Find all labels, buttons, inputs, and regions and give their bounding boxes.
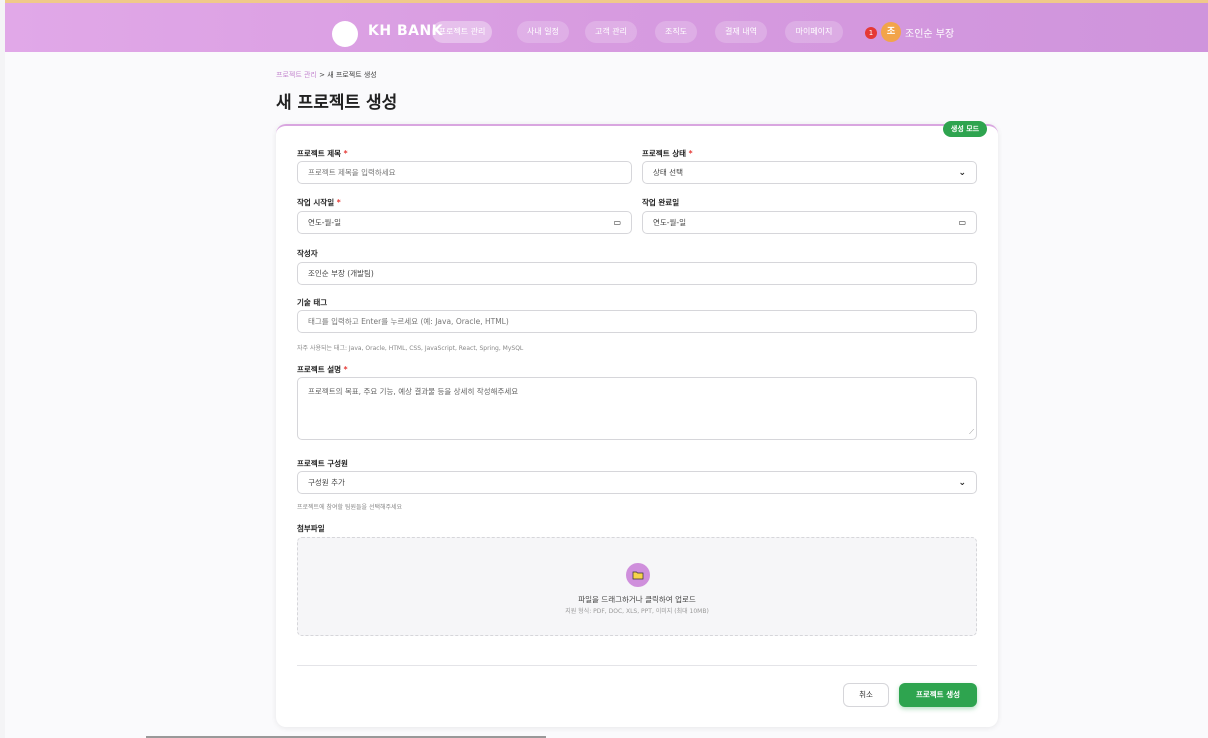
end-date-value: 연도-월-일 (653, 218, 687, 227)
project-status-select[interactable]: 상태 선택 ⌄ (642, 161, 977, 184)
description-placeholder: 프로젝트의 목표, 주요 기능, 예상 결과물 등을 상세히 작성해주세요 (308, 387, 519, 396)
required-mark: * (688, 149, 693, 158)
mode-badge: 생성 모드 (943, 121, 987, 137)
status-label: 프로젝트 상태 * (642, 148, 693, 159)
members-hint: 프로젝트에 참여할 팀원들을 선택해주세요 (297, 504, 403, 511)
nav-approval-history[interactable]: 결재 내역 (715, 21, 767, 43)
start-date-label: 작업 시작일 * (297, 197, 341, 208)
start-date-input[interactable]: 연도-월-일 ▭ (297, 211, 632, 234)
description-label-text: 프로젝트 설명 (297, 365, 342, 374)
nav-project-management[interactable]: 프로젝트 관리 (432, 21, 492, 43)
nav-customer-management[interactable]: 고객 관리 (585, 21, 637, 43)
start-date-value: 연도-월-일 (308, 218, 342, 227)
status-label-text: 프로젝트 상태 (642, 149, 687, 158)
description-label: 프로젝트 설명 * (297, 364, 348, 375)
create-project-button[interactable]: 프로젝트 생성 (899, 683, 977, 707)
nav-org-chart[interactable]: 조직도 (655, 21, 697, 43)
author-label: 작성자 (297, 249, 318, 258)
nav-mypage[interactable]: 마이페이지 (785, 21, 843, 43)
required-mark: * (336, 198, 341, 207)
description-textarea[interactable]: 프로젝트의 목표, 주요 기능, 예상 결과물 등을 상세히 작성해주세요 ⟋ (297, 377, 977, 440)
logo-icon[interactable] (332, 21, 358, 47)
project-title-placeholder: 프로젝트 제목을 입력하세요 (308, 168, 396, 177)
start-date-label-text: 작업 시작일 (297, 198, 335, 207)
top-navigation-bar: KH BANK 프로젝트 관리 사내 일정 고객 관리 조직도 결재 내역 마이… (5, 0, 1208, 52)
user-name[interactable]: 조인순 부장 (905, 25, 954, 40)
tags-hint: 자주 사용되는 태그: Java, Oracle, HTML, CSS, Jav… (297, 345, 524, 352)
tags-placeholder: 태그를 입력하고 Enter를 누르세요 (예: Java, Oracle, H… (308, 317, 509, 326)
tags-input[interactable]: 태그를 입력하고 Enter를 누르세요 (예: Java, Oracle, H… (297, 310, 977, 333)
end-date-input[interactable]: 연도-월-일 ▭ (642, 211, 977, 234)
dropzone-title: 파일을 드래그하거나 클릭하여 업로드 (578, 595, 696, 604)
end-date-label: 작업 완료일 (642, 198, 680, 207)
calendar-icon[interactable]: ▭ (613, 218, 621, 227)
attachment-label: 첨부파일 (297, 524, 325, 533)
breadcrumb-separator: > (316, 71, 328, 79)
calendar-icon[interactable]: ▭ (958, 218, 966, 227)
members-label: 프로젝트 구성원 (297, 459, 348, 468)
status-select-value: 상태 선택 (653, 168, 683, 177)
resize-handle-icon[interactable]: ⟋ (969, 428, 974, 437)
page-title: 새 프로젝트 생성 (276, 93, 398, 113)
required-mark: * (343, 149, 348, 158)
project-title-input[interactable]: 프로젝트 제목을 입력하세요 (297, 161, 632, 184)
notification-badge[interactable]: 1 (865, 27, 877, 39)
members-select-value: 구성원 추가 (308, 478, 345, 487)
cancel-button[interactable]: 취소 (843, 683, 889, 707)
tags-label: 기술 태그 (297, 298, 328, 307)
dropzone-subtitle: 지원 형식: PDF, DOC, XLS, PPT, 이미지 (최대 10MB) (565, 608, 709, 615)
author-value: 조인순 부장 (개발팀) (308, 269, 374, 278)
title-label-text: 프로젝트 제목 (297, 149, 342, 158)
required-mark: * (343, 365, 348, 374)
divider (297, 665, 977, 666)
author-field: 조인순 부장 (개발팀) (297, 262, 977, 285)
folder-icon (626, 563, 650, 587)
breadcrumb: 프로젝트 관리 > 새 프로젝트 생성 (276, 70, 377, 80)
title-label: 프로젝트 제목 * (297, 148, 348, 159)
chevron-down-icon: ⌄ (958, 167, 966, 178)
avatar[interactable]: 조 (881, 22, 901, 42)
chevron-down-icon: ⌄ (958, 477, 966, 488)
nav-company-schedule[interactable]: 사내 일정 (517, 21, 569, 43)
file-dropzone[interactable]: 파일을 드래그하거나 클릭하여 업로드 지원 형식: PDF, DOC, XLS… (297, 537, 977, 636)
breadcrumb-current: 새 프로젝트 생성 (327, 71, 377, 79)
members-select[interactable]: 구성원 추가 ⌄ (297, 471, 977, 494)
breadcrumb-parent-link[interactable]: 프로젝트 관리 (276, 71, 317, 79)
